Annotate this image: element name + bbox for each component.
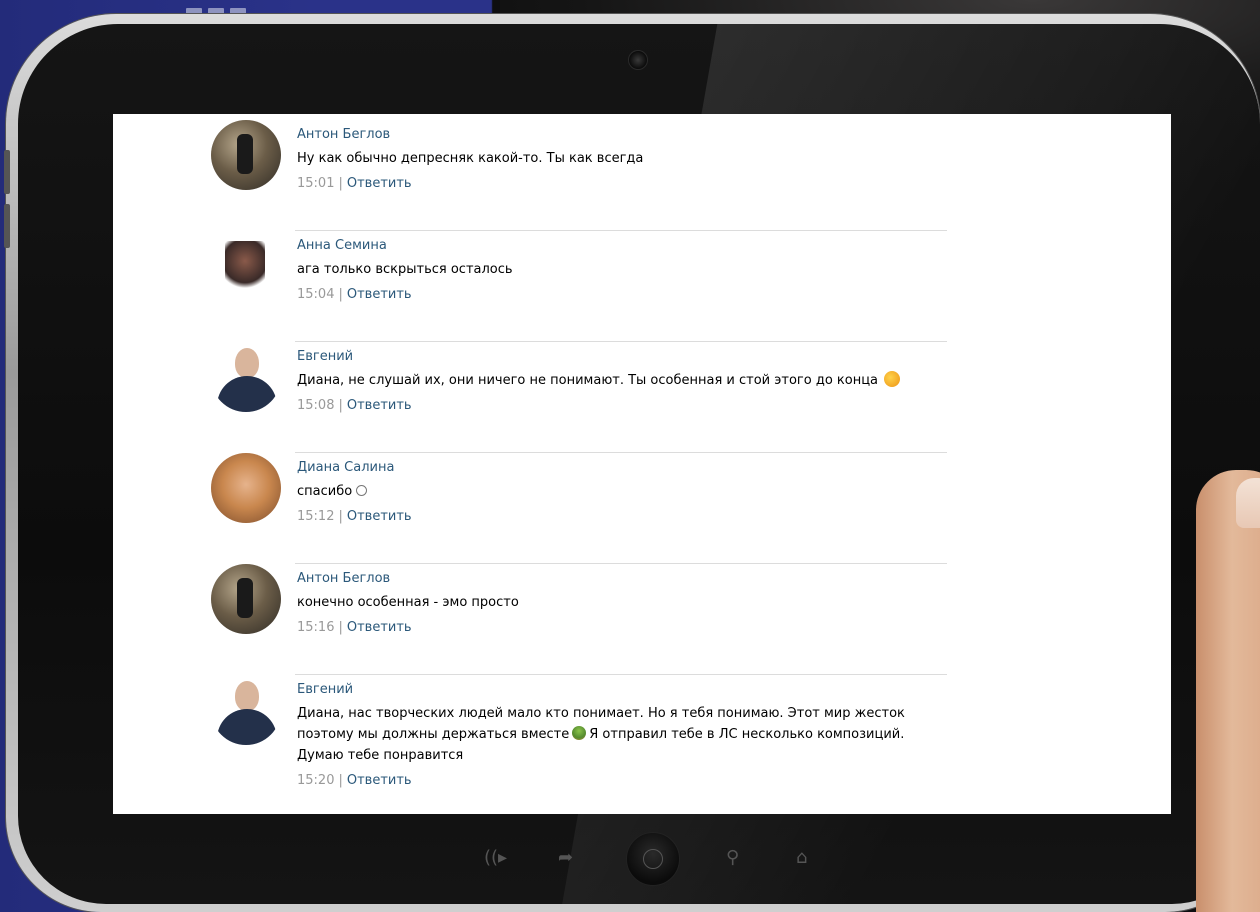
avatar[interactable]	[211, 675, 281, 745]
comment-author[interactable]: Евгений	[297, 348, 947, 366]
comment-text: Диана, не слушай их, они ничего не поним…	[297, 373, 879, 388]
home-hardware-button[interactable]	[626, 832, 680, 886]
tablet-nav-bar: ((▸ ➦ ⚲ ⌂	[470, 830, 850, 888]
comment-time[interactable]: 15:01	[297, 176, 334, 191]
reply-link[interactable]: Ответить	[347, 773, 412, 788]
comment-item: Антон Беглов Ну как обычно депресняк как…	[211, 120, 947, 231]
thumb-nail	[1236, 478, 1260, 528]
hand-thumb	[1196, 470, 1260, 912]
smile-emoji-icon	[356, 485, 368, 496]
winking-face-emoji-icon	[884, 371, 901, 387]
avatar[interactable]	[211, 231, 281, 301]
reply-link[interactable]: Ответить	[347, 176, 412, 191]
reply-link[interactable]: Ответить	[347, 287, 412, 302]
avatar[interactable]	[211, 120, 281, 190]
search-icon[interactable]: ⚲	[726, 848, 739, 868]
scene: Антон Беглов Ну как обычно депресняк как…	[0, 0, 1260, 912]
comment-text-line: поэтому мы должны держаться вместе Я отпр…	[297, 726, 905, 742]
avatar[interactable]	[211, 564, 281, 634]
comment-time[interactable]: 15:08	[297, 398, 334, 413]
comment-text-wrap: спасибо	[297, 481, 947, 502]
comment-text-wrap: Диана, нас творческих людей мало кто пон…	[297, 703, 947, 766]
reply-link[interactable]: Ответить	[347, 398, 412, 413]
comment-meta: 15:04 | Ответить	[297, 287, 412, 302]
comment-text: ага только вскрыться осталось	[297, 262, 513, 277]
sound-icon[interactable]: ((▸	[484, 848, 507, 868]
comment-item: Антон Беглов конечно особенная - эмо про…	[211, 564, 947, 675]
comment-time[interactable]: 15:12	[297, 509, 334, 524]
comment-meta: 15:12 | Ответить	[297, 509, 412, 524]
comment-item: Диана Салина спасибо 15:12 | Ответить	[211, 453, 947, 564]
comment-time[interactable]: 15:04	[297, 287, 334, 302]
comment-meta: 15:16 | Ответить	[297, 620, 412, 635]
share-arrow-icon[interactable]: ➦	[558, 848, 573, 868]
comment-author[interactable]: Евгений	[297, 681, 947, 699]
comment-author[interactable]: Анна Семина	[297, 237, 947, 255]
reply-link[interactable]: Ответить	[347, 620, 412, 635]
tablet-side-buttons	[4, 150, 12, 250]
comment-text: спасибо	[297, 484, 353, 499]
avatar[interactable]	[211, 453, 281, 523]
camera-icon	[628, 50, 648, 70]
reply-link[interactable]: Ответить	[347, 509, 412, 524]
comment-meta: 15:01 | Ответить	[297, 176, 412, 191]
comment-time[interactable]: 15:16	[297, 620, 334, 635]
comment-author[interactable]: Антон Беглов	[297, 126, 947, 144]
avatar[interactable]	[211, 342, 281, 412]
bouquet-emoji-icon	[572, 726, 587, 740]
tablet-screen: Антон Беглов Ну как обычно депресняк как…	[113, 114, 1171, 814]
home-icon[interactable]: ⌂	[796, 848, 807, 868]
comment-text: конечно особенная - эмо просто	[297, 595, 519, 610]
comment-item: Анна Семина ага только вскрыться осталос…	[211, 231, 947, 342]
comment-meta: 15:08 | Ответить	[297, 398, 412, 413]
comment-author[interactable]: Диана Салина	[297, 459, 947, 477]
comment-text-wrap: Диана, не слушай их, они ничего не поним…	[297, 370, 947, 391]
comment-list: Антон Беглов Ну как обычно депресняк как…	[211, 120, 947, 814]
comment-text-line: Думаю тебе понравится	[297, 748, 464, 763]
comment-author[interactable]: Антон Беглов	[297, 570, 947, 588]
comment-text: Ну как обычно депресняк какой-то. Ты как…	[297, 151, 644, 166]
comment-item: Евгений Диана, не слушай их, они ничего …	[211, 342, 947, 453]
comment-text-line: Диана, нас творческих людей мало кто пон…	[297, 706, 905, 721]
comment-time[interactable]: 15:20	[297, 773, 334, 788]
comment-meta: 15:20 | Ответить	[297, 773, 412, 788]
comment-item: Евгений Диана, нас творческих людей мало…	[211, 675, 947, 814]
